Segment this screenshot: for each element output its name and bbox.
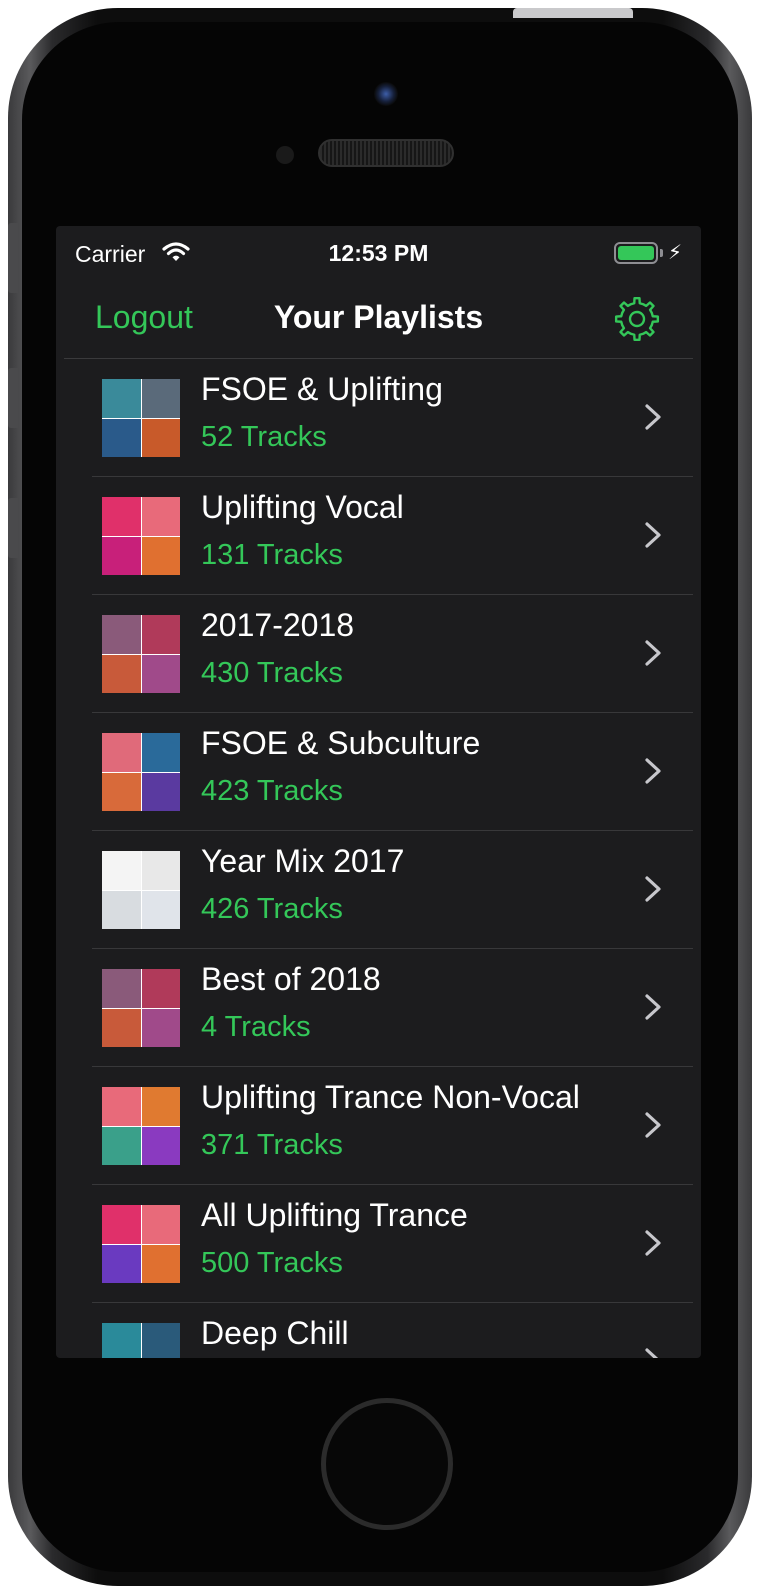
chevron-right-icon — [645, 876, 661, 902]
playlist-artwork — [102, 379, 180, 457]
playlist-artwork — [102, 1087, 180, 1165]
proximity-sensor — [276, 146, 294, 164]
status-bar: Carrier 12:53 PM ⚡︎ — [56, 226, 701, 282]
playlist-name: Year Mix 2017 — [201, 843, 405, 879]
volume-down-button — [8, 498, 18, 558]
chevron-right-icon — [645, 994, 661, 1020]
home-button[interactable] — [321, 1398, 453, 1530]
playlist-track-count: 52 Tracks — [201, 421, 327, 453]
playlist-row[interactable]: FSOE & Subculture 423 Tracks — [56, 713, 701, 831]
playlist-artwork — [102, 969, 180, 1047]
chevron-right-icon — [645, 758, 661, 784]
playlist-track-count: 500 Tracks — [201, 1247, 343, 1279]
playlist-track-count: 371 Tracks — [201, 1129, 343, 1161]
mute-switch — [8, 223, 18, 293]
playlist-track-count: 426 Tracks — [201, 893, 343, 925]
playlist-list: FSOE & Uplifting 52 Tracks Uplifting Vocal… — [56, 359, 701, 1358]
battery-icon — [614, 242, 658, 264]
playlist-row[interactable]: All Uplifting Trance 500 Tracks — [56, 1185, 701, 1303]
playlist-name: Uplifting Trance Non-Vocal — [201, 1079, 580, 1115]
chevron-right-icon — [645, 404, 661, 430]
playlist-artwork — [102, 497, 180, 575]
chevron-right-icon — [645, 522, 661, 548]
playlist-name: All Uplifting Trance — [201, 1197, 468, 1233]
playlist-row[interactable]: FSOE & Uplifting 52 Tracks — [56, 359, 701, 477]
playlist-track-count: 423 Tracks — [201, 775, 343, 807]
status-time: 12:53 PM — [328, 240, 429, 266]
playlist-row[interactable]: Uplifting Vocal 131 Tracks — [56, 477, 701, 595]
chevron-right-icon — [645, 1230, 661, 1256]
chevron-right-icon — [645, 640, 661, 666]
navigation-bar: Your Playlists Logout — [64, 282, 693, 359]
playlist-name: Best of 2018 — [201, 961, 381, 997]
playlist-row[interactable]: Year Mix 2017 426 Tracks — [56, 831, 701, 949]
logout-button[interactable]: Logout — [95, 299, 193, 336]
chevron-right-icon — [645, 1112, 661, 1138]
playlist-artwork — [102, 1323, 180, 1358]
playlist-track-count: 4 Tracks — [201, 1011, 311, 1043]
gear-icon[interactable] — [612, 294, 662, 344]
battery-tip — [660, 249, 663, 257]
playlist-name: FSOE & Subculture — [201, 725, 481, 761]
playlist-row[interactable]: 2017-2018 430 Tracks — [56, 595, 701, 713]
playlist-artwork — [102, 733, 180, 811]
front-camera — [374, 82, 398, 106]
playlist-row[interactable]: Deep Chill — [56, 1303, 701, 1358]
playlist-artwork — [102, 1205, 180, 1283]
earpiece-speaker — [318, 139, 454, 167]
playlist-artwork — [102, 851, 180, 929]
playlist-row[interactable]: Best of 2018 4 Tracks — [56, 949, 701, 1067]
playlist-track-count: 131 Tracks — [201, 539, 343, 571]
playlist-artwork — [102, 615, 180, 693]
playlist-name: 2017-2018 — [201, 607, 355, 643]
chevron-right-icon — [645, 1348, 659, 1358]
charging-bolt-icon: ⚡︎ — [668, 242, 683, 264]
playlist-name: FSOE & Uplifting — [201, 371, 443, 407]
playlist-track-count: 430 Tracks — [201, 657, 343, 689]
volume-up-button — [8, 368, 18, 428]
playlist-row[interactable]: Uplifting Trance Non-Vocal 371 Tracks — [56, 1067, 701, 1185]
playlist-name: Uplifting Vocal — [201, 489, 404, 525]
app-screen: Carrier 12:53 PM ⚡︎ Your Playlists Logou… — [56, 226, 701, 1358]
playlist-name: Deep Chill — [201, 1315, 349, 1351]
power-button — [513, 8, 633, 18]
